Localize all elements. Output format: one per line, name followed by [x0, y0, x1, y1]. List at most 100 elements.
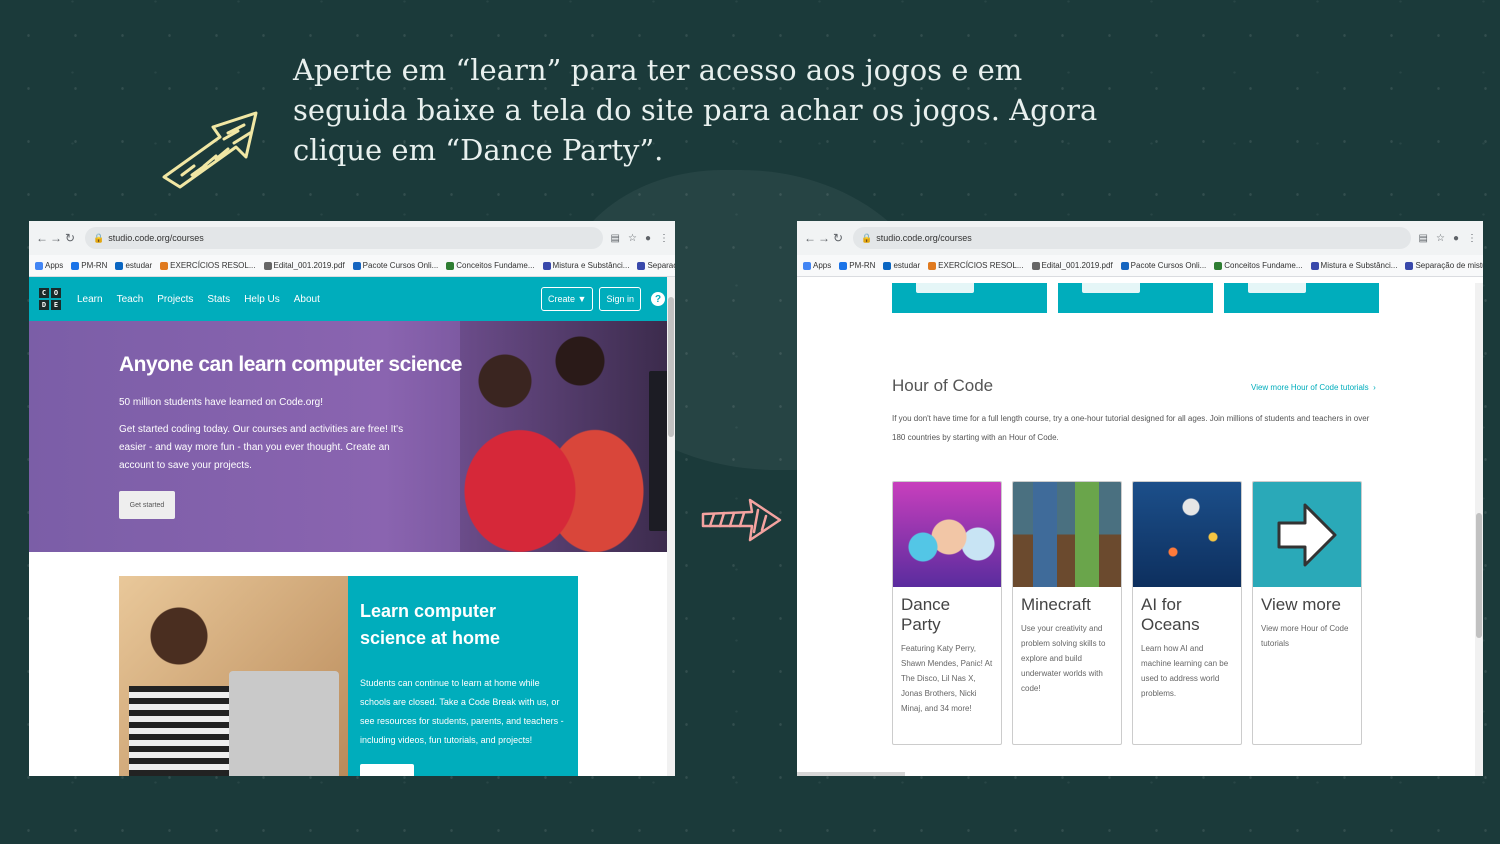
nav-stats[interactable]: Stats: [207, 294, 230, 305]
pink-arrow-icon: [701, 498, 782, 542]
dance-party-image: [893, 482, 1001, 587]
learn-more-button[interactable]: [916, 283, 974, 293]
slide-instruction: Aperte em “learn” para ter acesso aos jo…: [293, 53, 1098, 167]
card-desc: Use your creativity and problem solving …: [1021, 624, 1106, 693]
create-button[interactable]: Create ▼: [541, 287, 594, 311]
hero-subtitle: 50 million students have learned on Code…: [119, 397, 324, 408]
bookmark-item[interactable]: estudar: [883, 261, 920, 270]
help-icon[interactable]: ?: [651, 292, 665, 306]
course-card-strip: [1058, 283, 1213, 313]
learn-at-home-card: Learn computer science at home Students …: [119, 576, 578, 776]
address-bar[interactable]: 🔒 studio.code.org/courses: [85, 227, 603, 249]
horizontal-scrollbar[interactable]: [797, 772, 905, 776]
home-card-title: Learn computer science at home: [360, 601, 501, 648]
learn-more-button[interactable]: [1248, 283, 1306, 293]
card-title: Minecraft: [1021, 595, 1091, 614]
nav-teach[interactable]: Teach: [117, 294, 144, 305]
chevron-right-icon: ›: [1373, 383, 1376, 392]
bookmark-item[interactable]: Conceitos Fundame...: [446, 261, 535, 270]
card-title: AI for Oceans: [1141, 595, 1200, 634]
back-icon[interactable]: ←: [35, 231, 49, 245]
minecraft-image: [1013, 482, 1121, 587]
bookmark-item[interactable]: Mistura e Substânci...: [542, 261, 629, 270]
nav-help-us[interactable]: Help Us: [244, 294, 280, 305]
bookmark-item[interactable]: Apps: [35, 261, 63, 270]
arrow-right-icon: [1277, 503, 1337, 566]
translate-icon[interactable]: ▤: [1419, 233, 1428, 244]
home-card-button[interactable]: [360, 764, 414, 776]
hero-monitor: [649, 371, 669, 531]
nav-projects[interactable]: Projects: [157, 294, 193, 305]
card-desc: Learn how AI and machine learning can be…: [1141, 644, 1229, 698]
codeorg-header: CO DE Learn Teach Projects Stats Help Us…: [29, 277, 675, 321]
back-icon[interactable]: ←: [803, 231, 817, 245]
browser-toolbar: ← → ↻ 🔒 studio.code.org/courses ▤ ☆ ● ⋮: [29, 221, 675, 255]
profile-icon[interactable]: ●: [645, 233, 651, 244]
star-icon[interactable]: ☆: [1436, 233, 1445, 244]
bookmark-item[interactable]: Apps: [803, 261, 831, 270]
tutorial-cards: Dance Party Featuring Katy Perry, Shawn …: [892, 481, 1362, 745]
yellow-arrow-icon: [162, 111, 258, 189]
sign-in-button[interactable]: Sign in: [599, 287, 641, 311]
learn-more-button[interactable]: [1082, 283, 1140, 293]
course-card-strip: [1224, 283, 1379, 313]
forward-icon[interactable]: →: [817, 231, 831, 245]
url-text: studio.code.org/courses: [108, 233, 204, 243]
bookmark-item[interactable]: Edital_001.2019.pdf: [263, 261, 345, 270]
screenshot-hour-of-code: ← → ↻ 🔒 studio.code.org/courses ▤ ☆ ● ⋮ …: [797, 221, 1483, 776]
page-scrollbar[interactable]: [1475, 283, 1483, 776]
lock-icon: 🔒: [861, 232, 873, 243]
hero-title: Anyone can learn computer science: [119, 353, 462, 376]
card-ai-for-oceans[interactable]: AI for Oceans Learn how AI and machine l…: [1132, 481, 1242, 745]
bookmark-item[interactable]: Mistura e Substânci...: [1310, 261, 1397, 270]
card-minecraft[interactable]: Minecraft Use your creativity and proble…: [1012, 481, 1122, 745]
card-title: View more: [1261, 595, 1341, 614]
lock-icon: 🔒: [93, 232, 105, 243]
laptop-graphic: [229, 671, 339, 776]
nav-about[interactable]: About: [294, 294, 320, 305]
view-more-image: [1253, 482, 1361, 587]
home-card-body: Students can continue to learn at home w…: [360, 678, 564, 745]
bookmark-item[interactable]: Separação de mistu...: [637, 261, 675, 270]
menu-icon[interactable]: ⋮: [1467, 233, 1477, 244]
bookmark-item[interactable]: Pacote Cursos Onli...: [352, 261, 438, 270]
profile-icon[interactable]: ●: [1453, 233, 1459, 244]
card-dance-party[interactable]: Dance Party Featuring Katy Perry, Shawn …: [892, 481, 1002, 745]
view-more-tutorials-link[interactable]: View more Hour of Code tutorials ›: [1251, 383, 1376, 392]
bookmark-item[interactable]: EXERCÍCIOS RESOL...: [160, 261, 256, 270]
course-card-strip: [892, 283, 1047, 313]
bookmarks-bar: Apps PM-RN estudar EXERCÍCIOS RESOL... E…: [29, 255, 675, 277]
reload-icon[interactable]: ↻: [831, 231, 845, 245]
hour-of-code-title: Hour of Code: [892, 376, 994, 395]
bookmark-item[interactable]: PM-RN: [839, 261, 875, 270]
screenshot-codeorg-home: ← → ↻ 🔒 studio.code.org/courses ▤ ☆ ● ⋮ …: [29, 221, 675, 776]
card-view-more[interactable]: View more View more Hour of Code tutoria…: [1252, 481, 1362, 745]
url-text: studio.code.org/courses: [876, 233, 972, 243]
bookmark-item[interactable]: EXERCÍCIOS RESOL...: [928, 261, 1024, 270]
page-scrollbar[interactable]: [667, 277, 675, 776]
bookmark-item[interactable]: Pacote Cursos Onli...: [1120, 261, 1206, 270]
reload-icon[interactable]: ↻: [63, 231, 77, 245]
hour-of-code-description: If you don't have time for a full length…: [892, 414, 1370, 442]
card-desc: View more Hour of Code tutorials: [1261, 624, 1349, 648]
hero-photo: [460, 321, 675, 552]
ai-for-oceans-image: [1133, 482, 1241, 587]
get-started-button[interactable]: Get started: [119, 491, 175, 519]
address-bar[interactable]: 🔒 studio.code.org/courses: [853, 227, 1411, 249]
translate-icon[interactable]: ▤: [611, 233, 620, 244]
student-photo: [119, 576, 348, 776]
bookmark-item[interactable]: estudar: [115, 261, 152, 270]
card-desc: Featuring Katy Perry, Shawn Mendes, Pani…: [901, 644, 993, 713]
forward-icon[interactable]: →: [49, 231, 63, 245]
bookmark-item[interactable]: Separação de mistu...: [1405, 261, 1483, 270]
menu-icon[interactable]: ⋮: [659, 233, 669, 244]
nav-learn[interactable]: Learn: [77, 294, 103, 305]
bookmark-item[interactable]: Edital_001.2019.pdf: [1031, 261, 1113, 270]
card-title: Dance Party: [901, 595, 951, 634]
bookmark-item[interactable]: Conceitos Fundame...: [1214, 261, 1303, 270]
star-icon[interactable]: ☆: [628, 233, 637, 244]
bookmark-item[interactable]: PM-RN: [71, 261, 107, 270]
bookmarks-bar: Apps PM-RN estudar EXERCÍCIOS RESOL... E…: [797, 255, 1483, 277]
hero-body: Get started coding today. Our courses an…: [119, 424, 404, 471]
codeorg-logo[interactable]: CO DE: [39, 288, 61, 310]
